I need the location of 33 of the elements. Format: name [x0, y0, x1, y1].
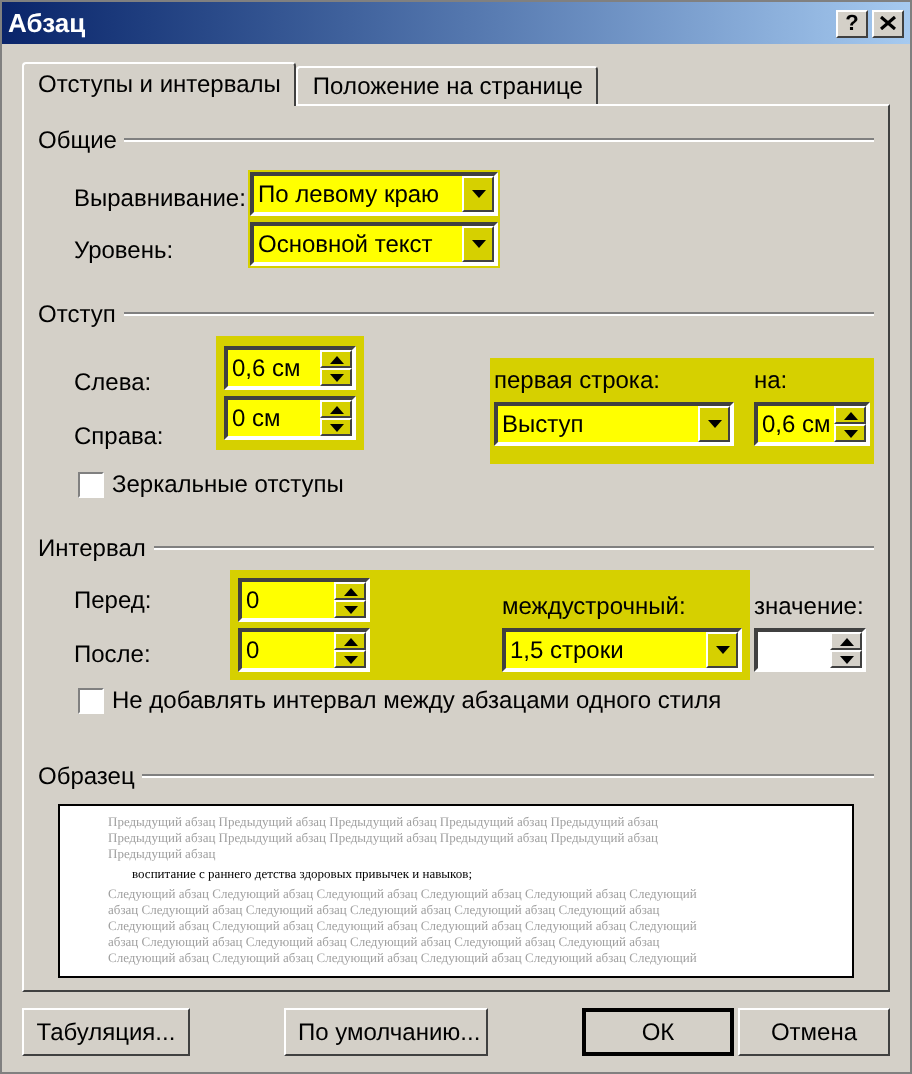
field-label: После: [74, 638, 153, 672]
section-title: Общие [38, 124, 117, 158]
spin-field[interactable]: 0 [238, 628, 370, 672]
window-title: Абзац [8, 5, 86, 42]
section-title: Отступ [38, 298, 116, 332]
dropdown[interactable]: 1,5 строки [502, 628, 742, 672]
dropdown[interactable]: Основной текст [250, 222, 498, 266]
field-label: Выравнивание: [74, 182, 248, 216]
field-label: Уровень: [74, 234, 176, 268]
dropdown[interactable]: По левому краю [250, 172, 498, 216]
dropdown[interactable]: Выступ [494, 402, 734, 446]
field-label: Слева: [74, 366, 154, 400]
field-label: Справа: [74, 420, 166, 454]
dialog-button[interactable]: По умолчанию... [284, 1008, 488, 1056]
spin-field[interactable]: 0,6 см [754, 402, 870, 446]
spin-field[interactable]: 0,6 см [224, 346, 356, 390]
help-button[interactable]: ? [836, 9, 868, 37]
checkbox-label: Не добавлять интервал между абзацами одного стиля [112, 684, 722, 718]
checkbox-label: Зеркальные отступы [112, 468, 344, 502]
tab[interactable]: Отступы и интервалы [22, 62, 297, 106]
section-title: Интервал [38, 532, 146, 566]
tab[interactable]: Положение на странице [296, 66, 599, 104]
dialog-button[interactable]: Отмена [738, 1008, 890, 1056]
field-label: первая строка: [494, 364, 662, 398]
field-label: междустрочный: [502, 590, 688, 624]
spin-field[interactable]: 0 [238, 578, 370, 622]
section-title: Образец [38, 760, 135, 794]
dialog-button[interactable]: ОК [582, 1008, 734, 1056]
field-label: на: [754, 364, 790, 398]
dialog-button[interactable]: Табуляция... [22, 1008, 190, 1056]
field-label: значение: [754, 590, 866, 624]
spin-field[interactable]: 0 см [224, 396, 356, 440]
field-label: Перед: [74, 584, 154, 618]
